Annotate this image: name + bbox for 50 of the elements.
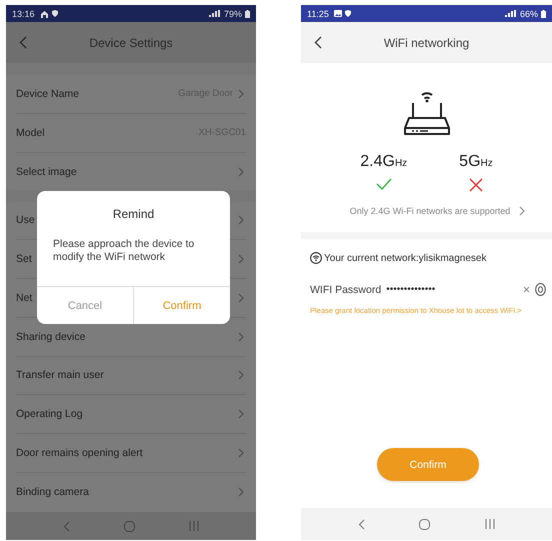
shield-icon <box>52 10 58 17</box>
dialog-title: Remind <box>112 207 156 221</box>
back-icon[interactable] <box>358 518 366 530</box>
screen-title: WiFi networking <box>384 36 470 50</box>
row-label: Sharing device <box>16 330 86 343</box>
signal-icon <box>504 10 517 17</box>
frequency-label: 5GHz <box>459 153 493 171</box>
router-icon <box>402 92 450 136</box>
row-label: Net <box>16 292 32 304</box>
settings-row[interactable]: Binding camera <box>16 472 246 512</box>
home-icon[interactable] <box>419 518 430 530</box>
home-icon[interactable] <box>124 520 135 532</box>
status-time: 13:16 <box>12 8 35 18</box>
status-time: 11:25 <box>307 8 329 18</box>
settings-row[interactable]: Transfer main user <box>16 356 246 396</box>
shield-icon <box>344 10 351 17</box>
back-icon[interactable] <box>314 36 322 49</box>
row-label: Binding camera <box>16 486 89 498</box>
signal-icon <box>208 10 221 17</box>
confirm-button[interactable]: Confirm <box>133 287 230 324</box>
confirm-button[interactable]: Confirm <box>377 448 479 481</box>
battery-level: 79% <box>224 8 242 18</box>
current-network-text: Your current network:ylisikmagnesek <box>324 252 486 264</box>
home-icon <box>40 10 49 18</box>
wifi-icon <box>310 252 322 264</box>
support-note-link[interactable]: Only 2.4G Wi-Fi networks are supported <box>350 206 526 216</box>
screen-title: Device Settings <box>89 36 173 50</box>
recent-apps-icon[interactable] <box>484 519 495 529</box>
row-label: Door remains opening alert <box>16 447 143 460</box>
settings-row[interactable]: Operating Log <box>16 395 246 434</box>
password-label: WIFI Password <box>310 284 382 296</box>
row-label: Transfer main user <box>16 369 104 382</box>
clear-icon[interactable] <box>523 286 530 293</box>
row-label: Use <box>16 214 35 226</box>
battery-icon <box>541 10 546 18</box>
row-label: Device Name <box>16 88 80 100</box>
settings-row[interactable]: Door remains opening alert <box>16 434 246 473</box>
image-icon <box>334 10 342 17</box>
recent-apps-icon[interactable] <box>189 521 199 531</box>
battery-icon <box>245 10 250 18</box>
battery-level: 66% <box>520 8 538 18</box>
row-label: Set <box>16 253 32 266</box>
row-label: Operating Log <box>16 408 83 420</box>
password-field[interactable]: •••••••••••••• <box>386 284 518 295</box>
frequency-label: 2.4GHz <box>360 153 408 171</box>
dialog-message: Please approach the device to modify the WiFi network <box>53 238 196 264</box>
chevron-icon <box>519 206 526 216</box>
settings-row[interactable]: Select image <box>16 152 246 192</box>
row-label: Select image <box>16 166 77 178</box>
row-label: Model <box>16 126 45 139</box>
